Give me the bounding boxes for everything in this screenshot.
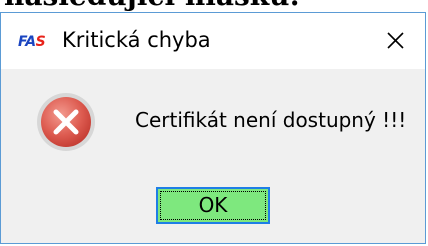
dialog-content: Certifikát není dostupný !!! OK [1, 69, 425, 243]
dialog-title: Kritická chyba [62, 28, 211, 52]
error-message: Certifikát není dostupný !!! [135, 108, 407, 132]
close-icon [387, 32, 404, 49]
background-caption: následující hlášku: [4, 0, 300, 12]
close-button[interactable] [369, 17, 421, 63]
fas-app-icon: FAS [18, 33, 49, 51]
error-icon [37, 93, 95, 151]
ok-button[interactable]: OK [156, 187, 270, 224]
title-bar[interactable]: FAS Kritická chyba [1, 13, 425, 69]
error-dialog: FAS Kritická chyba Certifikát není dostu [0, 12, 426, 244]
